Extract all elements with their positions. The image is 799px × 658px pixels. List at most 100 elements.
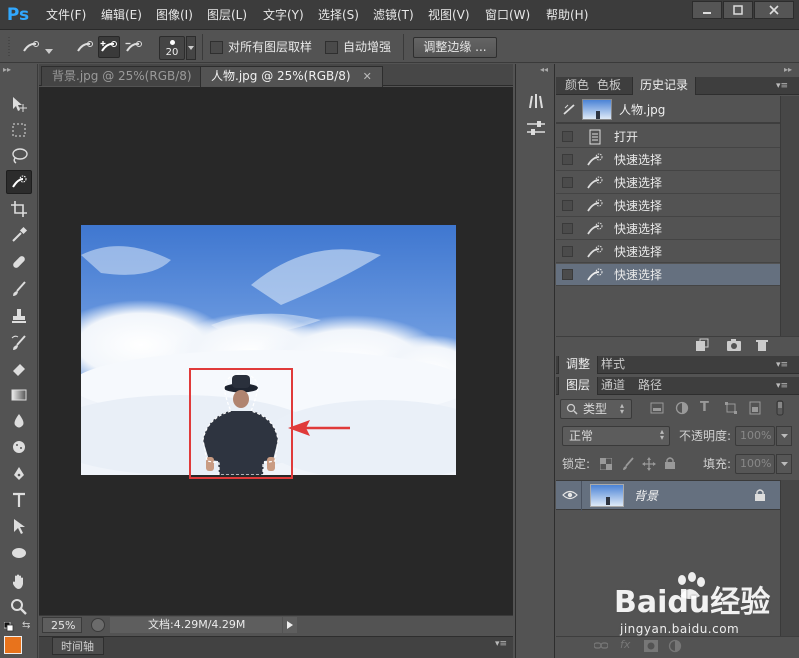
tab-adjustments[interactable]: 调整 xyxy=(558,356,599,374)
filter-pixel-icon[interactable] xyxy=(650,401,664,415)
clone-stamp-tool[interactable] xyxy=(6,304,32,328)
brush-size-picker[interactable]: 20 xyxy=(159,36,185,60)
quick-selection-tool[interactable] xyxy=(6,170,32,194)
new-document-from-state-button[interactable] xyxy=(695,338,709,352)
history-source-checkbox[interactable] xyxy=(562,269,573,280)
link-layers-icon[interactable] xyxy=(593,640,609,652)
filter-type-icon[interactable]: T xyxy=(700,400,714,416)
layer-name[interactable]: 背景 xyxy=(634,488,658,504)
layer-row-background[interactable]: 背景 xyxy=(556,480,780,511)
filter-smart-object-icon[interactable] xyxy=(748,401,762,415)
tab-paths[interactable]: 路径 xyxy=(631,377,669,395)
eraser-tool[interactable] xyxy=(6,357,32,381)
history-source-checkbox[interactable] xyxy=(562,177,573,188)
history-item[interactable]: 快速选择 xyxy=(556,241,780,263)
move-tool[interactable] xyxy=(6,92,32,116)
auto-enhance-checkbox[interactable] xyxy=(325,41,338,54)
lock-position-icon[interactable] xyxy=(642,457,656,471)
menu-type[interactable]: 文字(Y) xyxy=(263,7,304,23)
history-item[interactable]: 快速选择 xyxy=(556,195,780,217)
filter-adjustment-icon[interactable] xyxy=(675,401,689,415)
proof-icon[interactable] xyxy=(91,618,105,632)
tab-layers[interactable]: 图层 xyxy=(558,377,599,395)
lasso-tool[interactable] xyxy=(6,144,32,168)
menu-filter[interactable]: 滤镜(T) xyxy=(373,7,414,23)
swap-colors-icon[interactable]: ⇆ xyxy=(22,621,32,631)
menu-view[interactable]: 视图(V) xyxy=(428,7,470,23)
menu-help[interactable]: 帮助(H) xyxy=(546,7,588,23)
crop-tool[interactable] xyxy=(6,197,32,221)
menu-image[interactable]: 图像(I) xyxy=(156,7,193,23)
filter-shape-icon[interactable] xyxy=(724,401,738,415)
history-source-checkbox[interactable] xyxy=(562,131,573,142)
history-item[interactable]: 快速选择 xyxy=(556,218,780,240)
collapse-panel-icon[interactable]: ◂◂ xyxy=(540,66,552,74)
lock-all-icon[interactable] xyxy=(664,456,676,470)
dodge-tool[interactable] xyxy=(6,435,32,459)
chevron-down-icon[interactable] xyxy=(45,44,53,54)
blur-tool[interactable] xyxy=(6,409,32,433)
menu-edit[interactable]: 编辑(E) xyxy=(101,7,142,23)
history-item[interactable]: 快速选择 xyxy=(556,172,780,194)
panel-menu-icon[interactable]: ▾≡ xyxy=(776,360,796,370)
timeline-tab[interactable]: 时间轴 xyxy=(52,637,104,655)
opacity-input[interactable]: 100% xyxy=(735,426,775,446)
path-selection-tool[interactable] xyxy=(6,514,32,538)
healing-brush-tool[interactable] xyxy=(6,250,32,274)
brush-size-dropdown[interactable] xyxy=(186,36,196,60)
lock-transparent-icon[interactable] xyxy=(599,457,613,471)
pen-tool[interactable] xyxy=(6,462,32,486)
panel-menu-icon[interactable]: ▾≡ xyxy=(776,81,796,91)
history-scrollbar[interactable] xyxy=(780,96,799,336)
collapse-panel-icon[interactable]: ▸▸ xyxy=(3,66,17,74)
tab-swatches[interactable]: 色板 xyxy=(590,77,628,95)
type-tool[interactable] xyxy=(6,488,32,512)
shape-tool[interactable] xyxy=(6,541,32,565)
menu-window[interactable]: 窗口(W) xyxy=(485,7,530,23)
collapse-panel-icon[interactable]: ▸▸ xyxy=(784,66,796,74)
opacity-dropdown[interactable] xyxy=(776,426,792,446)
tab-styles[interactable]: 样式 xyxy=(594,356,632,374)
fill-dropdown[interactable] xyxy=(776,454,792,474)
zoom-level[interactable]: 25% xyxy=(42,617,82,633)
visibility-eye-icon[interactable] xyxy=(562,488,578,502)
close-tab-icon[interactable]: ✕ xyxy=(363,70,372,83)
blend-mode-select[interactable]: 正常 xyxy=(562,426,670,446)
default-colors-icon[interactable] xyxy=(3,621,14,632)
marquee-tool[interactable] xyxy=(6,118,32,142)
brush-tool[interactable] xyxy=(6,277,32,301)
history-source-checkbox[interactable] xyxy=(562,223,573,234)
history-item[interactable]: 快速选择 xyxy=(556,149,780,171)
create-snapshot-button[interactable] xyxy=(726,338,742,352)
gradient-tool[interactable] xyxy=(6,383,32,407)
hand-tool[interactable] xyxy=(6,569,32,593)
tab-person-jpg[interactable]: 人物.jpg @ 25%(RGB/8) ✕ xyxy=(200,66,383,87)
zoom-tool[interactable] xyxy=(6,595,32,619)
history-brush-source-icon[interactable] xyxy=(562,102,578,118)
tab-background-jpg[interactable]: 背景.jpg @ 25%(RGB/8)✕ xyxy=(41,66,224,86)
maximize-button[interactable] xyxy=(723,1,753,19)
status-menu-button[interactable] xyxy=(283,617,297,633)
close-window-button[interactable] xyxy=(754,1,794,19)
filter-toggle-switch[interactable] xyxy=(773,400,787,416)
sample-all-layers-checkbox[interactable] xyxy=(210,41,223,54)
fill-input[interactable]: 100% xyxy=(735,454,775,474)
menu-layer[interactable]: 图层(L) xyxy=(207,7,247,23)
delete-state-button[interactable] xyxy=(755,338,769,352)
history-item[interactable]: 打开 xyxy=(556,126,780,148)
panel-menu-icon[interactable]: ▾≡ xyxy=(495,639,509,649)
history-source-checkbox[interactable] xyxy=(562,154,573,165)
subtract-selection-mode[interactable] xyxy=(123,36,145,58)
menu-select[interactable]: 选择(S) xyxy=(318,7,359,23)
history-item-selected[interactable]: 快速选择 xyxy=(556,264,780,286)
eyedropper-tool[interactable] xyxy=(6,223,32,247)
tool-presets-button[interactable] xyxy=(525,118,547,138)
history-brush-tool[interactable] xyxy=(6,331,32,355)
add-selection-mode[interactable] xyxy=(98,36,120,58)
brush-presets-button[interactable] xyxy=(525,90,547,110)
new-selection-mode[interactable] xyxy=(74,36,96,58)
refine-edge-button[interactable]: 调整边缘 ... xyxy=(413,37,497,58)
menu-file[interactable]: 文件(F) xyxy=(46,7,86,23)
lock-pixels-icon[interactable] xyxy=(621,457,635,471)
history-snapshot[interactable]: 人物.jpg xyxy=(556,96,780,124)
